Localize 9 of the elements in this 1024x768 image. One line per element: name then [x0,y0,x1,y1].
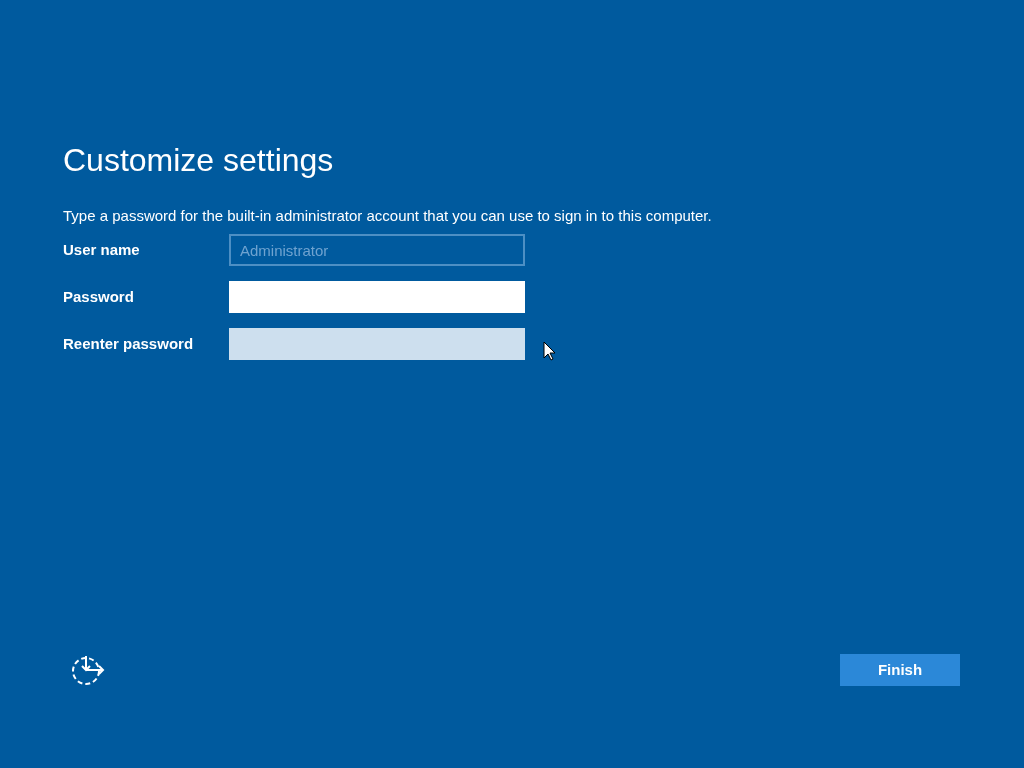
field-label: User name [63,239,141,260]
accessibility-icon[interactable] [70,654,106,686]
input-field[interactable] [229,328,525,360]
field-label: Reenter password [63,333,195,354]
mouse-pointer-icon [543,341,556,361]
field-label: Password [63,286,135,307]
finish-button[interactable]: Finish [840,654,960,686]
description-text: Type a password for the built-in administrator account that you can use to sign in to this computer. [63,206,713,226]
page-title: Customize settings [63,141,335,180]
